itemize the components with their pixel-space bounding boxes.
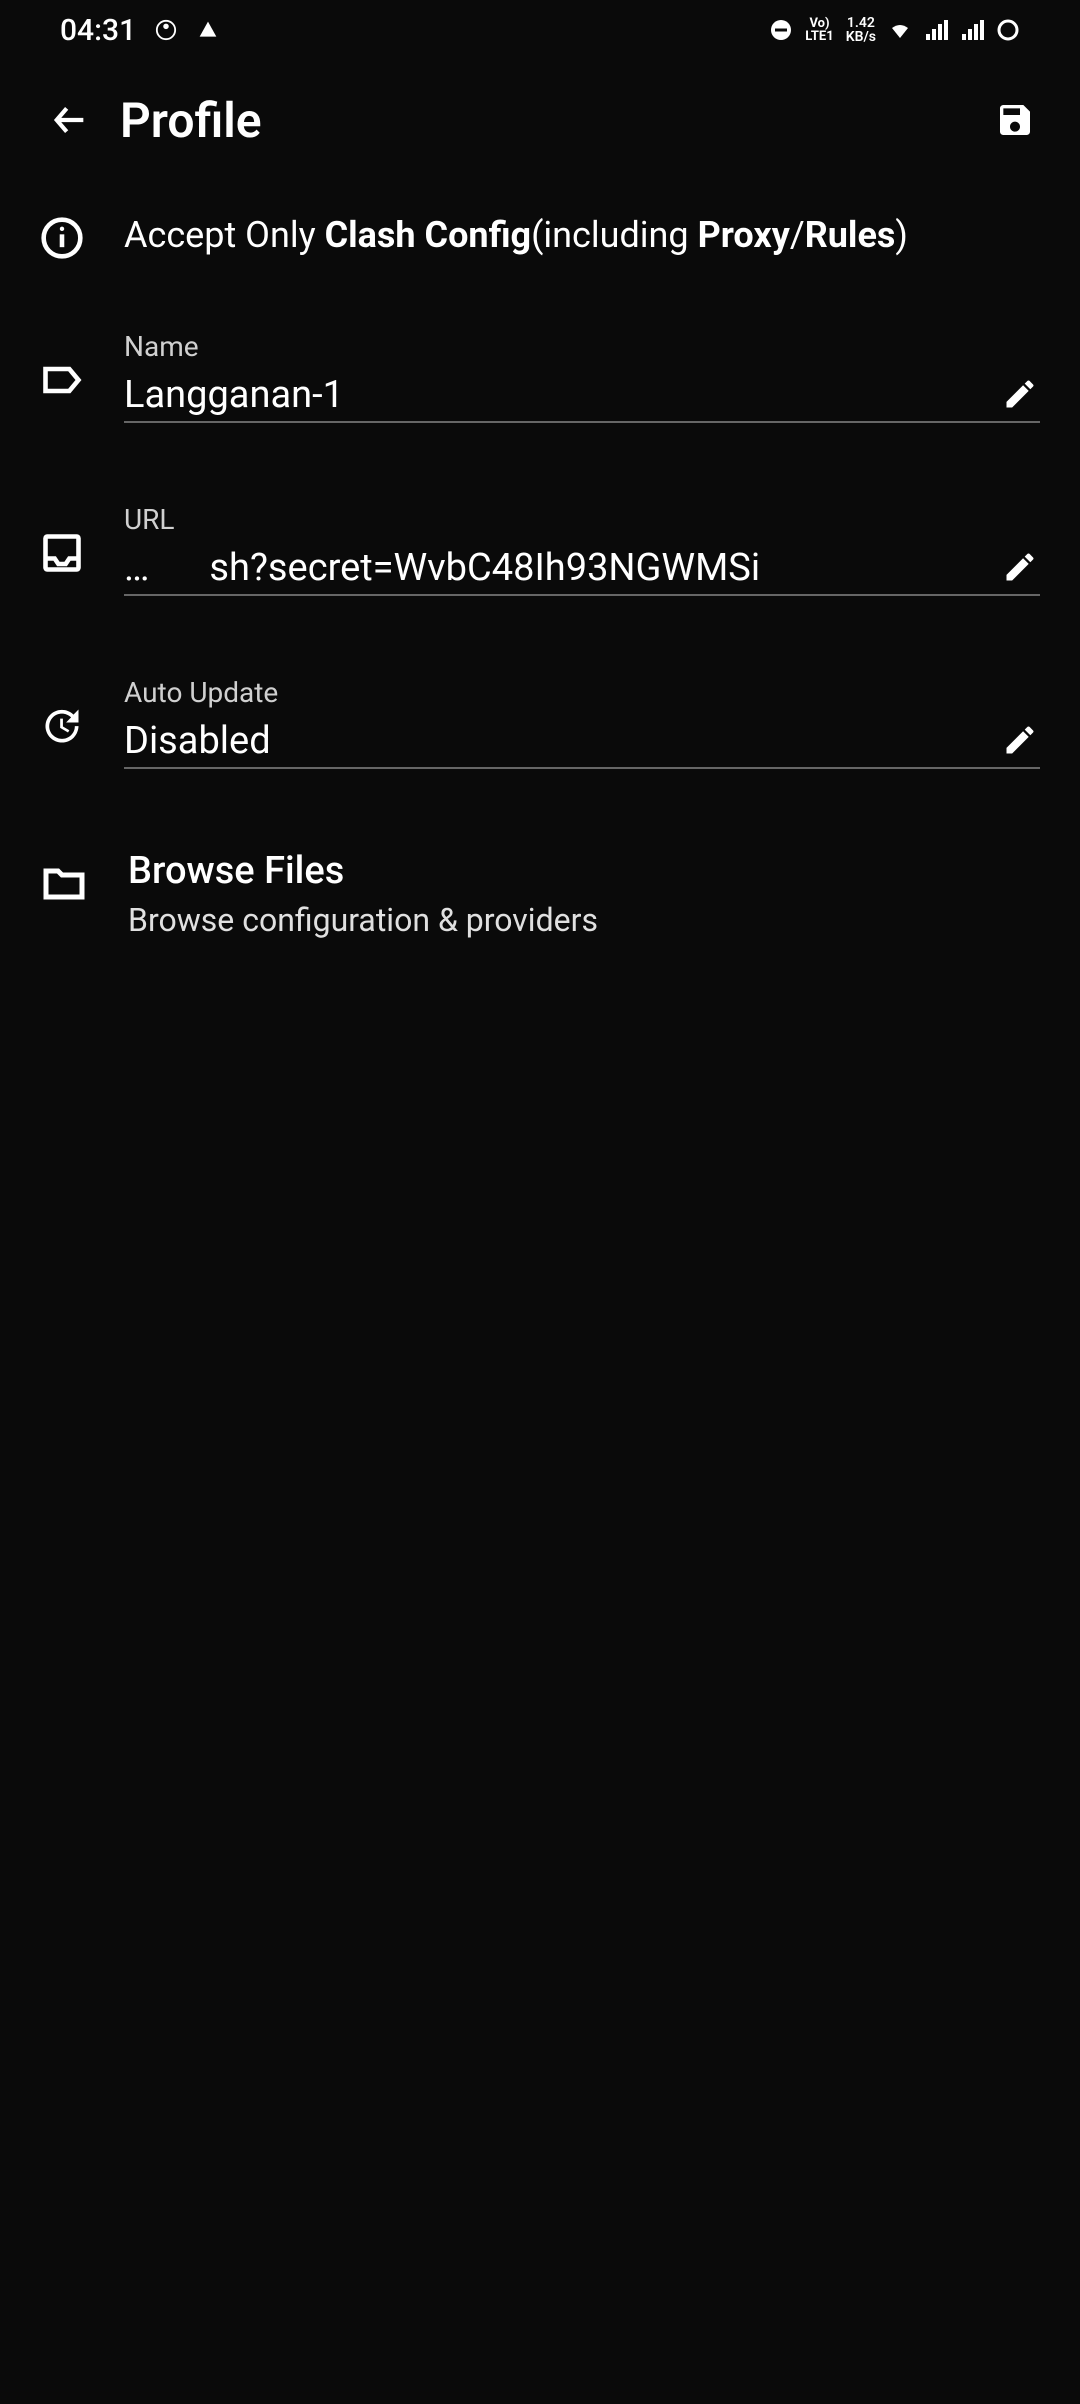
wifi-icon xyxy=(888,18,912,42)
info-notice: Accept Only Clash Config(including Proxy… xyxy=(40,210,1040,260)
do-not-disturb-icon xyxy=(769,18,793,42)
save-icon xyxy=(995,100,1035,140)
edit-autoupdate-button[interactable] xyxy=(1002,722,1040,760)
browse-subtitle: Browse configuration & providers xyxy=(128,901,1040,939)
browse-content: Browse Files Browse configuration & prov… xyxy=(128,849,1040,939)
url-field: URL … sh?secret=WvbC48Ih93NGWMSi xyxy=(124,503,1040,596)
inbox-icon xyxy=(40,531,84,575)
notification-icon xyxy=(154,18,178,42)
name-field-row[interactable]: Name Langganan-1 xyxy=(40,330,1040,423)
arrow-left-icon xyxy=(50,100,90,140)
edit-url-button[interactable] xyxy=(1002,549,1040,587)
autoupdate-field: Auto Update Disabled xyxy=(124,676,1040,769)
edit-name-button[interactable] xyxy=(1002,376,1040,414)
url-label: URL xyxy=(124,503,1040,536)
name-field: Name Langganan-1 xyxy=(124,330,1040,423)
browse-title: Browse Files xyxy=(128,849,1040,893)
autoupdate-value-row: Disabled xyxy=(124,719,1040,769)
status-bar-left: 04:31 xyxy=(60,13,220,48)
signal-icon-2 xyxy=(960,18,984,42)
info-icon xyxy=(40,216,84,260)
status-bar-right: Vo) LTE1 1.42 KB/s xyxy=(769,16,1020,44)
volte-icon: Vo) LTE1 xyxy=(805,17,833,43)
warning-icon xyxy=(196,18,220,42)
back-button[interactable] xyxy=(40,90,100,150)
autoupdate-value: Disabled xyxy=(124,719,992,763)
pencil-icon xyxy=(1002,722,1038,758)
label-icon xyxy=(40,358,84,402)
url-value: … sh?secret=WvbC48Ih93NGWMSi xyxy=(124,546,992,590)
status-bar: 04:31 Vo) LTE1 1.42 KB/s xyxy=(0,0,1080,60)
info-text: Accept Only Clash Config(including Proxy… xyxy=(124,210,908,260)
name-value-row: Langganan-1 xyxy=(124,373,1040,423)
save-button[interactable] xyxy=(990,95,1040,145)
app-bar: Profile xyxy=(0,60,1080,180)
pencil-icon xyxy=(1002,549,1038,585)
page-title: Profile xyxy=(120,92,990,149)
status-time: 04:31 xyxy=(60,13,136,48)
autoupdate-label: Auto Update xyxy=(124,676,1040,709)
autoupdate-field-row[interactable]: Auto Update Disabled xyxy=(40,676,1040,769)
name-value: Langganan-1 xyxy=(124,373,992,417)
network-speed: 1.42 KB/s xyxy=(846,16,876,44)
signal-icon-1 xyxy=(924,18,948,42)
name-label: Name xyxy=(124,330,1040,363)
folder-icon xyxy=(40,859,88,907)
circle-icon xyxy=(996,18,1020,42)
update-icon xyxy=(40,704,84,748)
url-field-row[interactable]: URL … sh?secret=WvbC48Ih93NGWMSi xyxy=(40,503,1040,596)
main-content: Accept Only Clash Config(including Proxy… xyxy=(0,180,1080,939)
url-value-row: … sh?secret=WvbC48Ih93NGWMSi xyxy=(124,546,1040,596)
browse-files-row[interactable]: Browse Files Browse configuration & prov… xyxy=(40,849,1040,939)
pencil-icon xyxy=(1002,376,1038,412)
